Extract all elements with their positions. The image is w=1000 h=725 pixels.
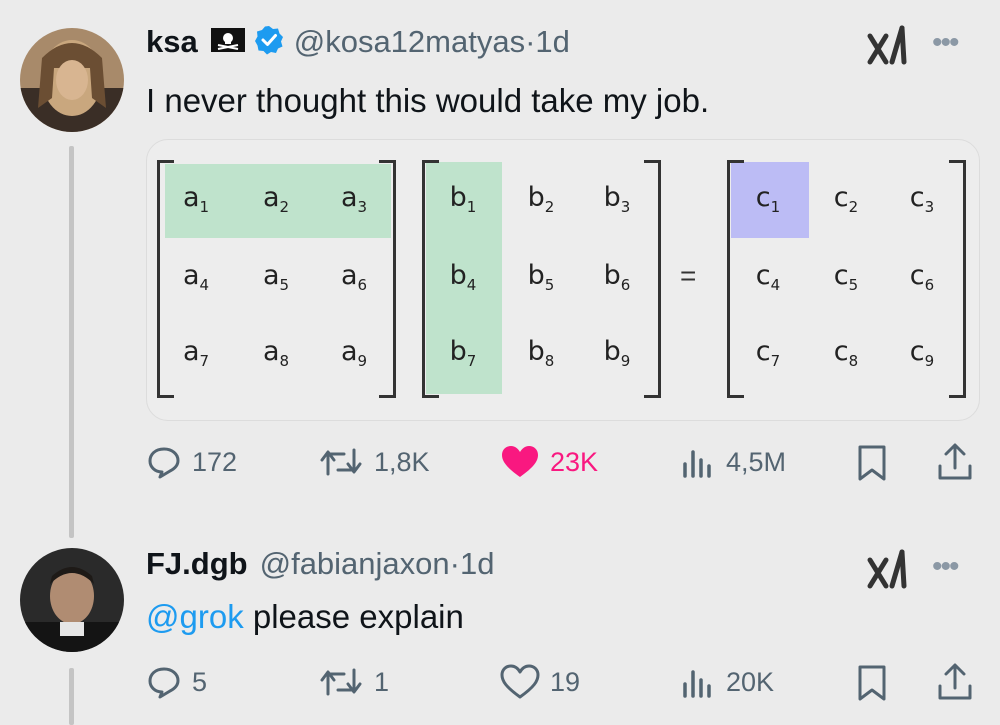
thread-line [69, 668, 74, 725]
timestamp[interactable]: 1d [460, 546, 494, 582]
matrix-b-cell: b8 [527, 336, 555, 370]
heart-icon [500, 664, 540, 699]
avatar-fjdgb[interactable] [20, 548, 124, 652]
views-button[interactable]: 20K [680, 664, 774, 700]
matrix-c-cell: c6 [909, 260, 935, 294]
tweet-text: I never thought this would take my job. [146, 82, 710, 119]
matrix-c-cell: c3 [909, 182, 935, 216]
views-icon [683, 670, 711, 698]
bookmark-button[interactable] [856, 444, 898, 482]
like-button[interactable]: 19 [500, 664, 580, 700]
grok-icon[interactable] [866, 546, 912, 597]
matrix-c-cell: c1 [755, 182, 781, 216]
view-count: 20K [726, 666, 775, 697]
repost-button[interactable]: 1,8K [318, 444, 430, 480]
reply-icon [148, 667, 180, 699]
mention-link[interactable]: @grok [146, 598, 244, 635]
matrix-b-cell: b7 [449, 336, 477, 370]
matrix-b-cell: b9 [603, 336, 631, 370]
reply-button[interactable]: 172 [146, 444, 237, 480]
reply-count: 5 [192, 666, 208, 697]
matrix-a: a1 a2 a3 a4 a5 a6 a7 a8 a9 [157, 160, 396, 398]
matrix-b: b1 b2 b3 b4 b5 b6 b7 b8 b9 [422, 160, 661, 398]
reply-header: FJ.dgb @fabianjaxon · 1d [146, 546, 494, 582]
reply-button[interactable]: 5 [146, 664, 207, 700]
matrix-b-cell: b2 [527, 182, 555, 216]
views-button[interactable]: 4,5M [680, 444, 786, 480]
matrix-b-cell: b3 [603, 182, 631, 216]
separator: · [525, 24, 536, 59]
matrix-a-cell: a3 [340, 182, 368, 216]
like-count: 23K [550, 446, 599, 477]
matrix-b-cell: b1 [449, 182, 477, 216]
handle[interactable]: @kosa12matyas [294, 24, 525, 60]
more-options-icon[interactable]: ••• [932, 28, 959, 58]
tweet-header: ksa @kosa12matyas · 1d [146, 24, 570, 60]
repost-icon [320, 668, 362, 696]
display-name[interactable]: FJ.dgb [146, 546, 248, 582]
like-count: 19 [550, 666, 581, 697]
matrix-a-cell: a8 [262, 336, 290, 370]
share-button[interactable] [936, 442, 984, 482]
bookmark-icon [858, 445, 886, 481]
matrix-c-cell: c2 [833, 182, 859, 216]
repost-button[interactable]: 1 [318, 664, 389, 700]
matrix-a-cell: a7 [182, 336, 210, 370]
reply-body: please explain [243, 598, 464, 635]
matrix-a-cell: a6 [340, 260, 368, 294]
matrix-a-cell: a4 [182, 260, 210, 294]
share-icon [938, 443, 972, 480]
matrix-a-cell: a1 [182, 182, 210, 216]
matrix-b-cell: b4 [449, 260, 477, 294]
reply-count: 172 [192, 446, 238, 477]
repost-count: 1 [374, 666, 390, 697]
verified-badge-icon [254, 25, 284, 60]
like-button[interactable]: 23K [500, 444, 598, 480]
bookmark-icon [858, 665, 886, 701]
avatar-ksa[interactable] [20, 28, 124, 132]
matrix-c-cell: c4 [755, 260, 781, 294]
matrix-a-cell: a5 [262, 260, 290, 294]
repost-icon [320, 448, 362, 476]
matrix-b-cell: b6 [603, 260, 631, 294]
matrix-c: c1 c2 c3 c4 c5 c6 c7 c8 c9 [727, 160, 966, 398]
thread-line [69, 146, 74, 538]
matrix-a-cell: a2 [262, 182, 290, 216]
more-options-icon[interactable]: ••• [932, 552, 959, 582]
separator: · [449, 546, 460, 581]
matrix-c-cell: c9 [909, 336, 935, 370]
matrix-c-cell: c8 [833, 336, 859, 370]
reply-icon [148, 447, 180, 479]
matrix-a-cell: a9 [340, 336, 368, 370]
grok-icon[interactable] [866, 22, 912, 73]
matrix-c-cell: c7 [755, 336, 781, 370]
pirate-flag-icon [210, 27, 246, 58]
display-name[interactable]: ksa [146, 24, 198, 60]
view-count: 4,5M [726, 446, 787, 477]
media-card[interactable]: a1 a2 a3 a4 a5 a6 a7 a8 a9 b1 b2 b3 b4 b… [146, 139, 980, 421]
views-icon [683, 450, 711, 478]
share-icon [938, 663, 972, 700]
reply-text: @grok please explain [146, 598, 464, 636]
share-button[interactable] [936, 662, 984, 702]
equals-sign: = [680, 260, 697, 291]
heart-filled-icon [502, 446, 538, 477]
matrix-c-cell: c5 [833, 260, 859, 294]
matrix-b-cell: b5 [527, 260, 555, 294]
handle[interactable]: @fabianjaxon [260, 546, 450, 582]
bookmark-button[interactable] [856, 664, 898, 702]
timestamp[interactable]: 1d [535, 24, 569, 60]
repost-count: 1,8K [374, 446, 430, 477]
